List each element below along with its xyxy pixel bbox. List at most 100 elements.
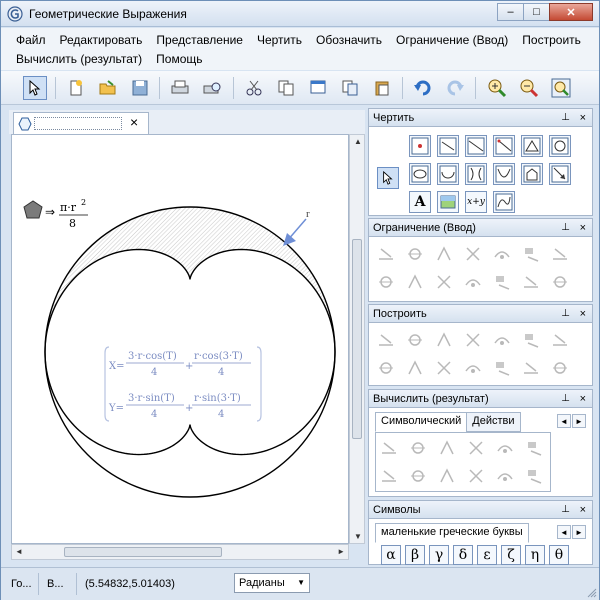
- point-tool-icon[interactable]: [409, 135, 431, 157]
- pin-icon[interactable]: ⊥: [561, 109, 570, 127]
- scroll-right-arrow-icon[interactable]: ►: [337, 547, 345, 556]
- draw-panel-header[interactable]: Чертить ⊥ ×: [369, 109, 592, 127]
- scroll-down-arrow-icon[interactable]: ▼: [354, 532, 362, 541]
- radius-label[interactable]: r: [306, 208, 310, 220]
- tab-real[interactable]: Действи: [466, 412, 521, 432]
- menu-file[interactable]: Файл: [9, 31, 53, 49]
- constraint-tool-icon[interactable]: [520, 243, 542, 265]
- calculate-tool-icon[interactable]: [407, 465, 429, 487]
- picture-tool-icon[interactable]: [437, 191, 459, 213]
- circle-tool-icon[interactable]: [549, 135, 571, 157]
- construct-tool-icon[interactable]: [491, 357, 513, 379]
- horizontal-scroll-thumb[interactable]: [64, 547, 222, 557]
- constrain-panel-header[interactable]: Ограничение (Ввод) ⊥ ×: [369, 219, 592, 237]
- ellipse-tool-icon[interactable]: [409, 163, 431, 185]
- vertical-scroll-thumb[interactable]: [352, 239, 362, 439]
- title-bar[interactable]: Геометрические Выражения – □ ✕: [1, 1, 599, 27]
- greek-letter-button[interactable]: δ: [453, 545, 473, 565]
- constraint-tool-icon[interactable]: [491, 243, 513, 265]
- panel-close-icon[interactable]: ×: [580, 501, 586, 519]
- greek-letter-button[interactable]: β: [405, 545, 425, 565]
- construct-tool-icon[interactable]: [549, 329, 571, 351]
- tab-scroll-left-icon[interactable]: ◄: [557, 414, 571, 428]
- new-file-icon[interactable]: [64, 76, 88, 100]
- construct-tool-icon[interactable]: [433, 357, 455, 379]
- panel-close-icon[interactable]: ×: [580, 109, 586, 127]
- construct-panel-header[interactable]: Построить ⊥ ×: [369, 305, 592, 323]
- construct-tool-icon[interactable]: [375, 329, 397, 351]
- construct-tool-icon[interactable]: [433, 329, 455, 351]
- drawing-canvas[interactable]: r ⇒ π·r 2 8 X= 3·r·cos(T) 4 + r·cos(3·T)…: [11, 134, 349, 544]
- document-tab[interactable]: ×: [13, 112, 149, 134]
- zoom-fit-icon[interactable]: [549, 76, 573, 100]
- constraint-tool-icon[interactable]: [375, 271, 397, 293]
- constraint-tool-icon[interactable]: [462, 271, 484, 293]
- paste-icon[interactable]: [370, 76, 394, 100]
- construct-tool-icon[interactable]: [520, 357, 542, 379]
- parabola-tool-icon[interactable]: [493, 163, 515, 185]
- undo-icon[interactable]: [411, 76, 435, 100]
- calculate-tool-icon[interactable]: [465, 437, 487, 459]
- pin-icon[interactable]: ⊥: [561, 219, 570, 237]
- menu-constrain[interactable]: Ограничение (Ввод): [389, 31, 515, 49]
- tab-scroll-right-icon[interactable]: ►: [572, 525, 586, 539]
- open-folder-icon[interactable]: [96, 76, 120, 100]
- greek-letter-button[interactable]: γ: [429, 545, 449, 565]
- calculate-tool-icon[interactable]: [523, 437, 545, 459]
- minimize-button[interactable]: –: [497, 3, 524, 21]
- zoom-out-icon[interactable]: [517, 76, 541, 100]
- angle-units-select[interactable]: Радианы ▼: [234, 573, 310, 593]
- menu-help[interactable]: Помощь: [149, 50, 209, 68]
- symbols-panel-header[interactable]: Символы ⊥ ×: [369, 501, 592, 519]
- construct-tool-icon[interactable]: [404, 329, 426, 351]
- tab-symbolic[interactable]: Символический: [375, 412, 468, 432]
- ray-tool-icon[interactable]: [493, 135, 515, 157]
- menu-label[interactable]: Обозначить: [309, 31, 389, 49]
- calculate-tool-icon[interactable]: [436, 465, 458, 487]
- polygon-tool-icon[interactable]: [521, 135, 543, 157]
- pin-icon[interactable]: ⊥: [561, 305, 570, 323]
- print-icon[interactable]: [168, 76, 192, 100]
- constraint-tool-icon[interactable]: [462, 243, 484, 265]
- calculate-tool-icon[interactable]: [465, 465, 487, 487]
- curve-tool-icon[interactable]: [493, 191, 515, 213]
- calculate-tool-icon[interactable]: [378, 437, 400, 459]
- calculate-tool-icon[interactable]: [436, 437, 458, 459]
- text-tool-icon[interactable]: A: [409, 191, 431, 213]
- select-arrow-icon[interactable]: [23, 76, 47, 100]
- construct-tool-icon[interactable]: [491, 329, 513, 351]
- construct-tool-icon[interactable]: [549, 357, 571, 379]
- vector-tool-icon[interactable]: [549, 163, 571, 185]
- menu-edit[interactable]: Редактировать: [53, 31, 150, 49]
- parametric-expression[interactable]: X= 3·r·cos(T) 4 + r·cos(3·T) 4 Y= 3·r·si…: [104, 346, 262, 422]
- menu-calculate[interactable]: Вычислить (результат): [9, 50, 149, 68]
- line-tool-icon[interactable]: [465, 135, 487, 157]
- constraint-tool-icon[interactable]: [520, 271, 542, 293]
- pentagon-area-icon[interactable]: [23, 200, 43, 219]
- constraint-tool-icon[interactable]: [491, 271, 513, 293]
- copy-drawing-icon[interactable]: [338, 76, 362, 100]
- calculate-tool-icon[interactable]: [494, 437, 516, 459]
- panel-close-icon[interactable]: ×: [580, 305, 586, 323]
- pin-icon[interactable]: ⊥: [561, 501, 570, 519]
- calculate-tool-icon[interactable]: [407, 437, 429, 459]
- save-disk-icon[interactable]: [128, 76, 152, 100]
- segment-tool-icon[interactable]: [437, 135, 459, 157]
- constraint-tool-icon[interactable]: [404, 271, 426, 293]
- constraint-tool-icon[interactable]: [433, 271, 455, 293]
- greek-letter-button[interactable]: ζ: [501, 545, 521, 565]
- document-tab-close-icon[interactable]: ×: [130, 114, 138, 130]
- construct-tool-icon[interactable]: [520, 329, 542, 351]
- close-button[interactable]: ✕: [549, 3, 593, 21]
- construct-tool-icon[interactable]: [375, 357, 397, 379]
- vertical-scrollbar[interactable]: ▲ ▼: [349, 134, 365, 544]
- maximize-button[interactable]: □: [523, 3, 550, 21]
- construct-tool-icon[interactable]: [462, 329, 484, 351]
- panel-close-icon[interactable]: ×: [580, 219, 586, 237]
- redo-icon[interactable]: [443, 76, 467, 100]
- constraint-tool-icon[interactable]: [549, 271, 571, 293]
- calculate-tool-icon[interactable]: [378, 465, 400, 487]
- cut-scissors-icon[interactable]: [242, 76, 266, 100]
- constraint-tool-icon[interactable]: [375, 243, 397, 265]
- constraint-tool-icon[interactable]: [433, 243, 455, 265]
